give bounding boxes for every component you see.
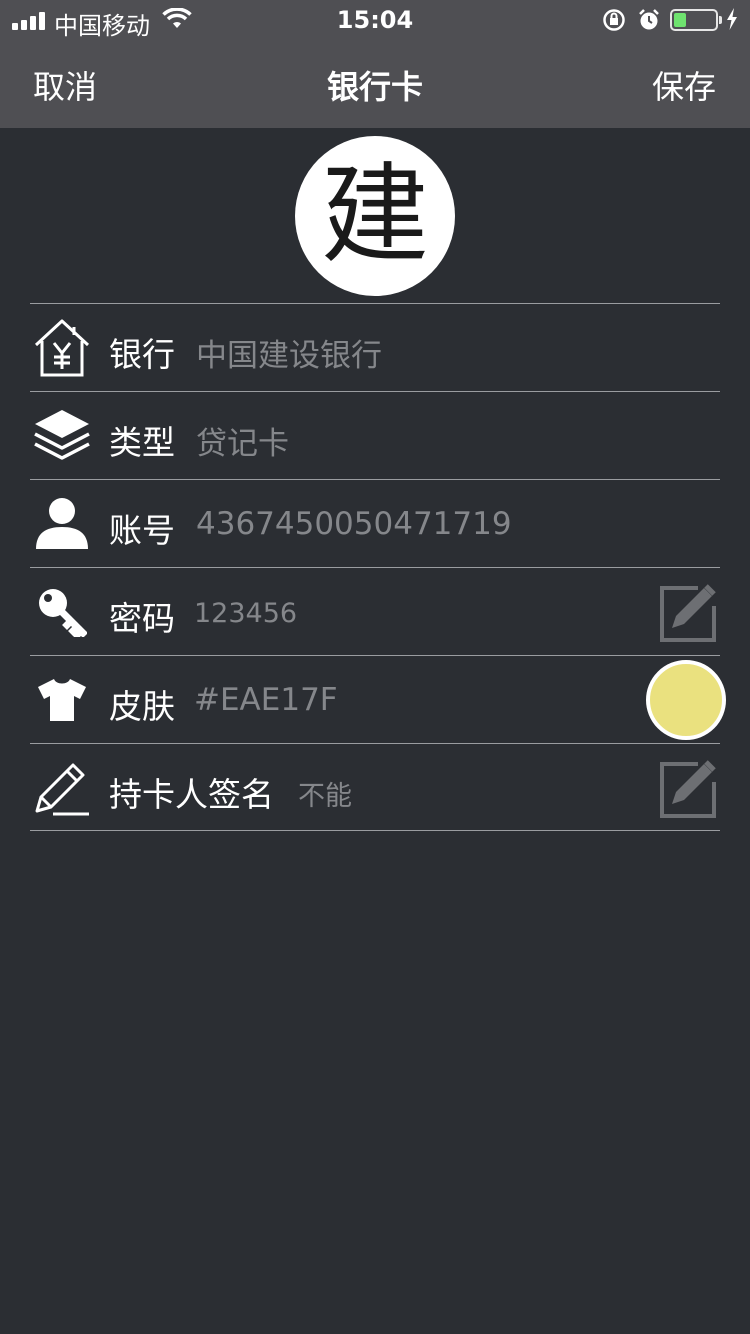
row-label: 类型 xyxy=(109,423,175,462)
edit-password-icon[interactable] xyxy=(658,582,718,642)
row-skin[interactable]: 皮肤 #EAE17F xyxy=(30,655,726,743)
user-icon xyxy=(30,492,94,556)
signature-value: 不能 xyxy=(298,781,352,812)
password-value: 123456 xyxy=(194,598,298,629)
pencil-icon xyxy=(30,756,94,820)
battery-icon xyxy=(670,9,722,31)
status-bar: 中国移动 15:04 xyxy=(0,0,750,40)
edit-signature-icon[interactable] xyxy=(658,758,718,818)
alarm-icon xyxy=(639,9,659,30)
save-button[interactable]: 保存 xyxy=(652,62,716,108)
key-icon xyxy=(30,580,94,644)
row-account-number[interactable]: 账号 4367450050471719 xyxy=(30,479,720,567)
row-signature[interactable]: 持卡人签名 不能 xyxy=(30,743,720,831)
row-bank[interactable]: 银行 中国建设银行 xyxy=(30,303,720,391)
charging-bolt-icon xyxy=(727,8,737,30)
skin-color-value: #EAE17F xyxy=(194,682,338,718)
row-label: 密码 xyxy=(109,599,175,638)
account-number-value: 4367450050471719 xyxy=(196,506,512,542)
row-label: 账号 xyxy=(109,511,175,550)
bank-name-value: 中国建设银行 xyxy=(196,338,382,374)
row-password[interactable]: 密码 123456 xyxy=(30,567,720,655)
card-type-value: 贷记卡 xyxy=(196,426,289,462)
header: 中国移动 15:04 取消 银行卡 保存 xyxy=(0,0,750,128)
row-label: 银行 xyxy=(109,335,175,374)
bank-logo: 建 xyxy=(295,136,455,296)
row-card-type[interactable]: 类型 贷记卡 xyxy=(30,391,720,479)
tshirt-icon xyxy=(30,668,94,732)
row-label: 持卡人签名 xyxy=(109,775,274,814)
rotation-lock-icon xyxy=(603,9,625,31)
layers-icon xyxy=(30,404,94,468)
skin-color-swatch[interactable] xyxy=(646,660,726,740)
row-label: 皮肤 xyxy=(109,687,175,726)
card-detail-list: 银行 中国建设银行 类型 贷记卡 账号 4367450050471719 密码 … xyxy=(30,303,726,831)
page-title: 银行卡 xyxy=(326,68,423,106)
bank-icon xyxy=(30,316,94,380)
